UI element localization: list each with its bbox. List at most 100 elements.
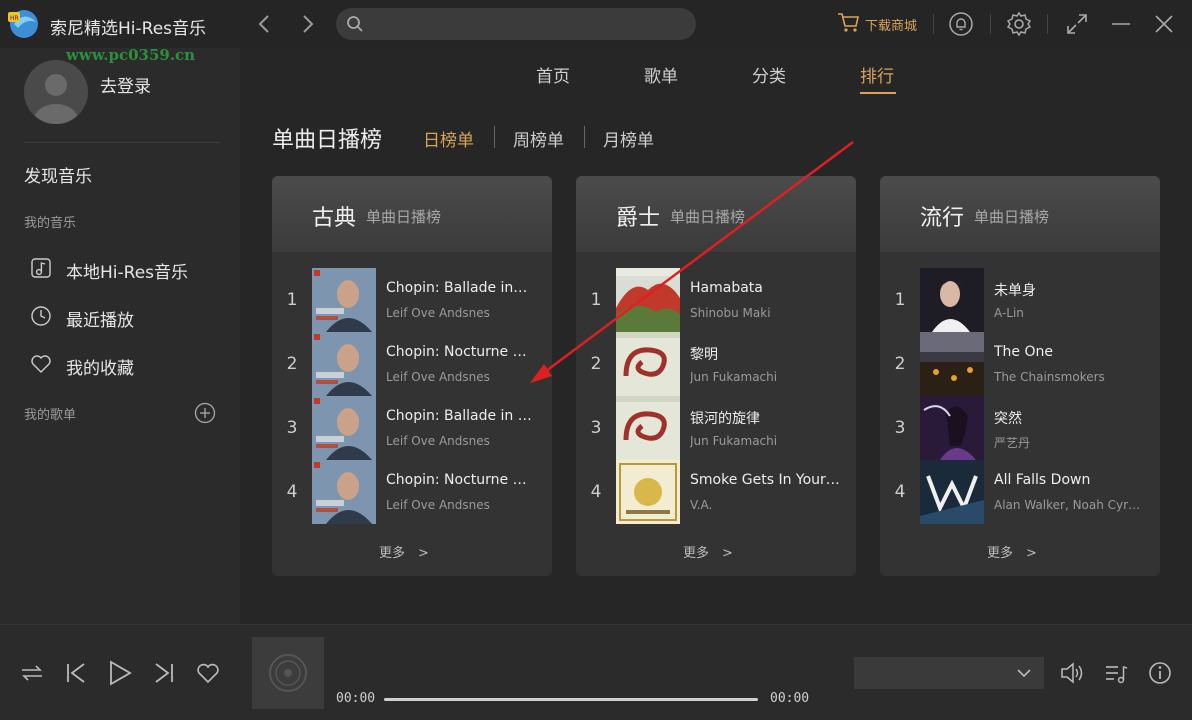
table-row[interactable]: 3 Chopin: Ballade in F… Leif Ove Andsnes: [272, 396, 552, 460]
clock-icon: [30, 305, 52, 332]
download-store-button[interactable]: 下载商城: [836, 11, 917, 37]
search-icon: [346, 15, 364, 37]
like-heart-icon[interactable]: [194, 659, 222, 687]
loop-icon[interactable]: [18, 659, 46, 687]
period-daily[interactable]: 日榜单: [423, 126, 474, 151]
song-title: 未单身: [994, 283, 1036, 299]
album-cover: [616, 268, 680, 332]
fullscreen-icon[interactable]: [1064, 11, 1090, 37]
artist-name: V.A.: [690, 498, 713, 512]
active-tab-indicator: [860, 92, 896, 94]
table-row[interactable]: 4 Smoke Gets In Your… V.A.: [576, 460, 856, 524]
title-bar: HR 索尼精选Hi-Res音乐 下载商城: [0, 0, 1192, 48]
table-row[interactable]: 4 All Falls Down Alan Walker, Noah Cyru…: [880, 460, 1160, 524]
svg-text:HR: HR: [10, 15, 19, 22]
table-row[interactable]: 2 黎明 Jun Fukamachi: [576, 332, 856, 396]
search-input[interactable]: [372, 8, 682, 40]
close-icon[interactable]: [1151, 11, 1177, 37]
table-row[interactable]: 3 突然 严艺丹: [880, 396, 1160, 460]
avatar[interactable]: [24, 60, 88, 124]
sidebar-item-label: 我的收藏: [66, 358, 134, 379]
sidebar-item-recent[interactable]: 最近播放: [30, 304, 134, 332]
chart-card-classical: 古典 单曲日播榜 1 Chopin: Ballade in… Leif Ove …: [272, 176, 552, 576]
song-title: Hamabata: [690, 280, 763, 296]
toolbar-divider: [933, 14, 934, 34]
card-subtitle: 单曲日播榜: [366, 208, 442, 226]
back-arrow-icon[interactable]: [253, 12, 275, 36]
login-link[interactable]: 去登录: [100, 72, 151, 97]
main-tabs: 首页 歌单 分类 排行: [240, 48, 1192, 98]
artist-name: A-Lin: [994, 306, 1024, 320]
output-select[interactable]: [854, 657, 1044, 689]
period-monthly[interactable]: 月榜单: [603, 126, 654, 151]
app-logo: HR: [6, 8, 46, 40]
minimize-icon[interactable]: [1108, 11, 1134, 37]
more-link[interactable]: 更多 >: [987, 542, 1037, 561]
song-title: The One: [994, 344, 1053, 360]
artist-name: Leif Ove Andsnes: [386, 434, 490, 448]
album-cover: [920, 332, 984, 396]
song-title: Chopin: Ballade in F…: [386, 408, 536, 424]
my-playlists-section-label: 我的歌单: [24, 408, 77, 423]
rank-number: 1: [286, 290, 298, 310]
album-cover: [312, 332, 376, 396]
app-title: 索尼精选Hi-Res音乐: [50, 19, 207, 39]
toolbar-divider: [990, 14, 991, 34]
album-cover: [616, 332, 680, 396]
settings-gear-icon[interactable]: [1006, 11, 1032, 37]
artist-name: Alan Walker, Noah Cyru…: [994, 498, 1144, 512]
cart-icon: [836, 11, 860, 37]
song-title: 突然: [994, 411, 1022, 427]
song-title: Smoke Gets In Your…: [690, 472, 840, 488]
tab-home[interactable]: 首页: [536, 62, 570, 87]
song-title: Chopin: Nocturne N…: [386, 344, 536, 360]
song-title: 银河的旋律: [690, 411, 760, 427]
play-icon[interactable]: [106, 659, 134, 687]
more-link[interactable]: 更多 >: [683, 542, 733, 561]
artist-name: Jun Fukamachi: [690, 370, 778, 384]
card-genre-title[interactable]: 爵士: [616, 200, 660, 232]
sidebar-item-favorites[interactable]: 我的收藏: [30, 352, 134, 380]
notification-bell-icon[interactable]: [948, 11, 974, 37]
chart-card-jazz: 爵士 单曲日播榜 1 Hamabata Shinobu Maki 2 黎明 Ju…: [576, 176, 856, 576]
more-link[interactable]: 更多 >: [379, 542, 429, 561]
card-header: 流行 单曲日播榜: [880, 176, 1160, 252]
song-title: Chopin: Ballade in…: [386, 280, 528, 296]
sidebar-item-label: 本地Hi-Res音乐: [66, 262, 189, 283]
discover-music-link[interactable]: 发现音乐: [24, 162, 92, 187]
volume-icon[interactable]: [1058, 659, 1086, 687]
rank-number: 3: [590, 418, 602, 438]
table-row[interactable]: 4 Chopin: Nocturne N… Leif Ove Andsnes: [272, 460, 552, 524]
chart-card-pop: 流行 单曲日播榜 1 未单身 A-Lin 2 The One The Chain…: [880, 176, 1160, 576]
table-row[interactable]: 2 The One The Chainsmokers: [880, 332, 1160, 396]
sidebar-item-local-hires[interactable]: 本地Hi-Res音乐: [30, 256, 188, 284]
artist-name: Shinobu Maki: [690, 306, 771, 320]
previous-icon[interactable]: [62, 659, 90, 687]
table-row[interactable]: 3 银河的旋律 Jun Fukamachi: [576, 396, 856, 460]
album-cover: [920, 460, 984, 524]
tab-categories[interactable]: 分类: [752, 62, 786, 87]
table-row[interactable]: 1 未单身 A-Lin: [880, 268, 1160, 332]
card-header: 爵士 单曲日播榜: [576, 176, 856, 252]
info-icon[interactable]: [1146, 659, 1174, 687]
card-genre-title[interactable]: 流行: [920, 200, 964, 232]
table-row[interactable]: 2 Chopin: Nocturne N… Leif Ove Andsnes: [272, 332, 552, 396]
tab-playlists[interactable]: 歌单: [644, 62, 678, 87]
sidebar-item-label: 最近播放: [66, 310, 134, 331]
playlist-icon[interactable]: [1102, 659, 1130, 687]
forward-arrow-icon[interactable]: [297, 12, 319, 36]
rank-number: 4: [286, 482, 298, 502]
add-playlist-icon[interactable]: [194, 402, 216, 424]
search-box[interactable]: [336, 8, 696, 40]
table-row[interactable]: 1 Chopin: Ballade in… Leif Ove Andsnes: [272, 268, 552, 332]
main-content: 首页 歌单 分类 排行 单曲日播榜 日榜单 周榜单 月榜单 古典 单曲日播榜 1…: [240, 48, 1192, 624]
progress-bar[interactable]: [384, 698, 758, 701]
next-icon[interactable]: [150, 659, 178, 687]
period-weekly[interactable]: 周榜单: [513, 126, 564, 151]
card-header: 古典 单曲日播榜: [272, 176, 552, 252]
table-row[interactable]: 1 Hamabata Shinobu Maki: [576, 268, 856, 332]
card-genre-title[interactable]: 古典: [312, 200, 356, 232]
artist-name: 严艺丹: [994, 436, 1031, 450]
artist-name: Leif Ove Andsnes: [386, 370, 490, 384]
tab-rankings[interactable]: 排行: [860, 62, 894, 87]
